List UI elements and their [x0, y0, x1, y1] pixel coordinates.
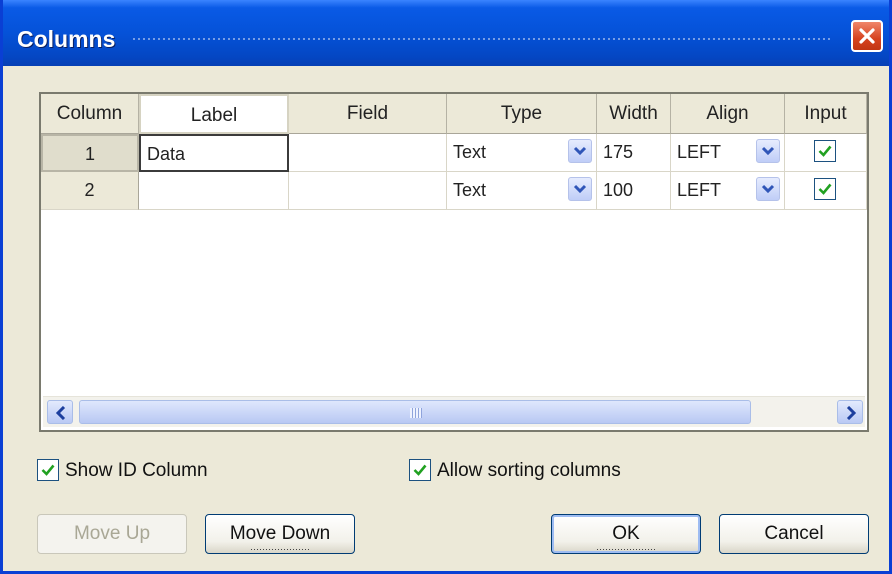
chevron-down-icon — [573, 146, 587, 156]
type-dropdown-2[interactable] — [568, 177, 592, 201]
check-icon — [818, 183, 832, 195]
scroll-grip — [410, 408, 422, 418]
header-column[interactable]: Column — [41, 94, 139, 134]
cell-input-1 — [785, 134, 867, 172]
type-value-1: Text — [453, 142, 487, 162]
align-dropdown-1[interactable] — [756, 139, 780, 163]
header-align[interactable]: Align — [671, 94, 785, 134]
title-bar[interactable]: Columns — [3, 0, 889, 66]
cell-type-2[interactable]: Text — [447, 172, 597, 210]
check-icon — [41, 464, 55, 476]
dialog-title: Columns — [17, 26, 116, 52]
cell-label-2[interactable] — [139, 172, 289, 210]
align-value-1: LEFT — [677, 142, 722, 162]
show-id-column-checkbox[interactable] — [37, 459, 59, 481]
columns-grid[interactable]: Column Label Field Type Width Align Inpu… — [39, 92, 869, 432]
input-checkbox-1[interactable] — [814, 140, 836, 162]
scroll-left-button[interactable] — [47, 400, 73, 424]
input-checkbox-2[interactable] — [814, 178, 836, 200]
arrow-left-icon — [55, 406, 66, 420]
row-number-1[interactable]: 1 — [41, 134, 139, 172]
align-dropdown-2[interactable] — [756, 177, 780, 201]
chevron-down-icon — [573, 184, 587, 194]
close-icon — [859, 28, 875, 44]
columns-dialog: Columns Column Label Field Type Width Al… — [0, 0, 892, 574]
header-label[interactable]: Label — [139, 94, 289, 134]
move-up-button[interactable]: Move Up — [37, 514, 187, 554]
allow-sorting-label[interactable]: Allow sorting columns — [437, 460, 621, 482]
chevron-down-icon — [761, 146, 775, 156]
move-down-label: Move Down — [229, 523, 331, 544]
ok-button[interactable]: OK — [551, 514, 701, 554]
title-bar-texture — [133, 38, 833, 40]
cell-align-2[interactable]: LEFT — [671, 172, 785, 210]
focus-indicator — [597, 549, 655, 550]
horizontal-scrollbar[interactable] — [43, 396, 865, 427]
focus-indicator — [251, 549, 309, 550]
arrow-right-icon — [846, 406, 857, 420]
close-button[interactable] — [851, 20, 883, 52]
cell-field-1[interactable] — [289, 134, 447, 172]
type-value-2: Text — [453, 180, 487, 200]
type-dropdown-1[interactable] — [568, 139, 592, 163]
cell-align-1[interactable]: LEFT — [671, 134, 785, 172]
check-icon — [413, 464, 427, 476]
cell-field-2[interactable] — [289, 172, 447, 210]
row-number-2[interactable]: 2 — [41, 172, 139, 210]
cancel-button[interactable]: Cancel — [719, 514, 869, 554]
move-down-button[interactable]: Move Down — [205, 514, 355, 554]
header-input[interactable]: Input — [785, 94, 867, 134]
allow-sorting-checkbox[interactable] — [409, 459, 431, 481]
check-icon — [818, 145, 832, 157]
ok-label: OK — [612, 523, 640, 544]
cell-label-1[interactable]: Data — [139, 134, 289, 172]
header-field[interactable]: Field — [289, 94, 447, 134]
align-value-2: LEFT — [677, 180, 722, 200]
scroll-thumb[interactable] — [79, 400, 751, 424]
header-width[interactable]: Width — [597, 94, 671, 134]
scroll-right-button[interactable] — [837, 400, 863, 424]
cell-type-1[interactable]: Text — [447, 134, 597, 172]
chevron-down-icon — [761, 184, 775, 194]
header-type[interactable]: Type — [447, 94, 597, 134]
cell-width-2[interactable]: 100 — [597, 172, 671, 210]
cell-width-1[interactable]: 175 — [597, 134, 671, 172]
cell-input-2 — [785, 172, 867, 210]
show-id-column-label[interactable]: Show ID Column — [65, 460, 208, 482]
